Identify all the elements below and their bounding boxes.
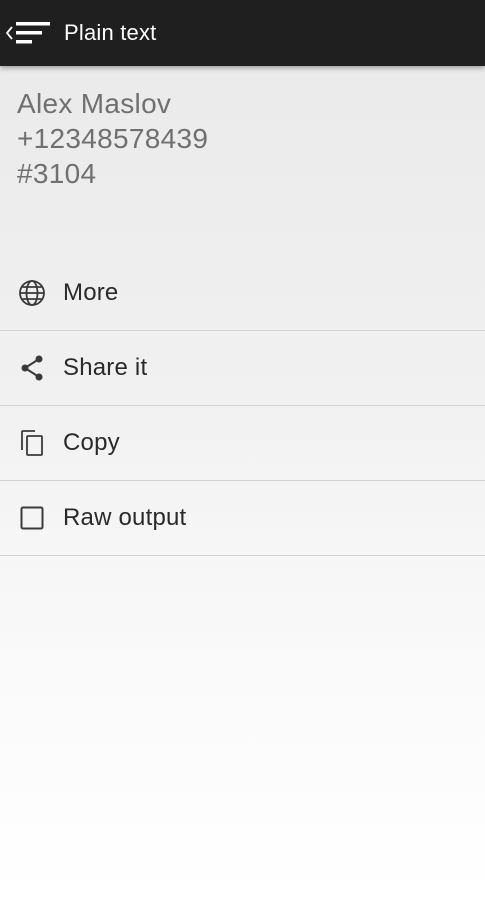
share-icon xyxy=(17,353,47,383)
decoded-text-line: Alex Maslov xyxy=(17,88,172,119)
raw-output-toggle[interactable]: Raw output xyxy=(0,481,485,556)
copy-icon xyxy=(17,428,47,458)
checkbox-icon[interactable] xyxy=(17,503,47,533)
globe-icon xyxy=(17,278,47,308)
chevron-left-icon xyxy=(5,26,13,40)
sort-lines-icon xyxy=(16,22,50,44)
share-label: Share it xyxy=(63,354,148,381)
share-action[interactable]: Share it xyxy=(0,331,485,406)
top-app-bar: Plain text xyxy=(0,0,485,66)
page-title: Plain text xyxy=(64,20,157,45)
decoded-text-line: #3104 xyxy=(17,158,97,189)
raw-output-label: Raw output xyxy=(63,504,187,531)
more-label: More xyxy=(63,279,119,306)
decoded-text-line: +12348578439 xyxy=(17,123,209,154)
action-list: More Share it Copy Raw output xyxy=(0,256,485,556)
decoded-text: Alex Maslov +12348578439 #3104 xyxy=(17,86,468,191)
copy-action[interactable]: Copy xyxy=(0,406,485,481)
back-button[interactable] xyxy=(0,0,54,66)
copy-label: Copy xyxy=(63,429,120,456)
more-action[interactable]: More xyxy=(0,256,485,331)
